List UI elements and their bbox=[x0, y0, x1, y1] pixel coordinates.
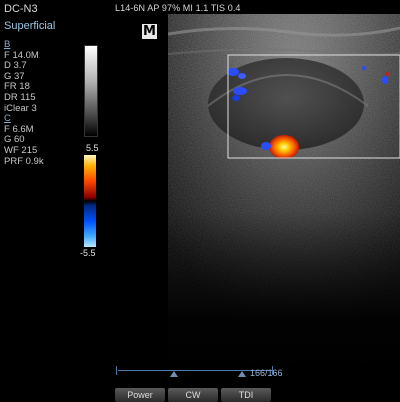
color-velocity-bar bbox=[84, 155, 96, 247]
color-param-wall-filter: WF 215 bbox=[4, 144, 38, 156]
grayscale-bar bbox=[84, 45, 98, 137]
cine-start-marker[interactable] bbox=[170, 371, 178, 377]
cine-bracket-left bbox=[116, 366, 117, 375]
color-scale-max: 5.5 bbox=[86, 143, 99, 153]
doppler-flow-cold bbox=[261, 142, 271, 150]
cine-frame-counter: 166/166 bbox=[250, 368, 283, 378]
doppler-flow-cold bbox=[238, 73, 246, 79]
doppler-flow-cold bbox=[227, 68, 239, 76]
device-model: DC-N3 bbox=[4, 3, 38, 15]
doppler-flow-cold bbox=[382, 76, 388, 84]
doppler-flow-cold bbox=[233, 87, 247, 95]
color-param-prf: PRF 0.9k bbox=[4, 155, 44, 167]
imaging-parameters: B F 14.0M D 3.7 G 37 FR 18 DR 115 iClear… bbox=[4, 39, 44, 167]
probe-status-bar: L14-6N AP 97% MI 1.1 TIS 0.4 bbox=[115, 3, 241, 13]
ultrasound-image[interactable] bbox=[168, 14, 400, 374]
cine-end-marker[interactable] bbox=[238, 371, 246, 377]
mindray-logo-icon: M bbox=[142, 24, 157, 39]
color-scale-min: -5.5 bbox=[80, 248, 96, 258]
doppler-flow-hot bbox=[385, 72, 389, 76]
doppler-flow-cold bbox=[362, 66, 366, 70]
exam-preset: Superficial bbox=[4, 20, 56, 32]
doppler-hot-spot bbox=[269, 135, 299, 159]
bmode-section-label: B bbox=[4, 39, 11, 50]
doppler-flow-cold bbox=[232, 95, 240, 101]
bmode-param-dynamic-range: DR 115 bbox=[4, 91, 36, 103]
